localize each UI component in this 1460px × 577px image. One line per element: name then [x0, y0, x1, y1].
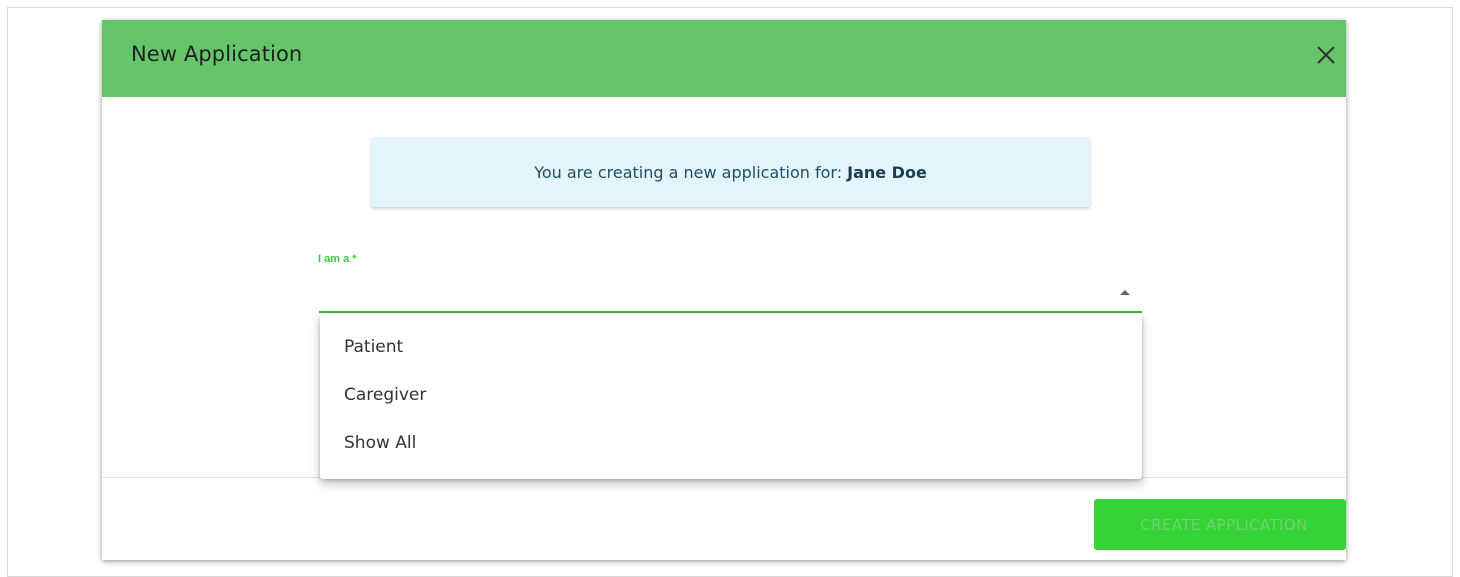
- menu-item-show-all[interactable]: Show All: [320, 419, 1142, 467]
- notice-text: You are creating a new application for:: [534, 162, 843, 182]
- role-select-label: I am a *: [318, 253, 357, 265]
- role-dropdown-menu: Patient Caregiver Show All: [320, 314, 1142, 479]
- menu-item-caregiver[interactable]: Caregiver: [320, 371, 1142, 419]
- applicant-name: Jane Doe: [847, 162, 927, 182]
- applicant-notice: You are creating a new application for: …: [371, 137, 1090, 207]
- dialog-title: New Application: [131, 42, 303, 66]
- dialog-header: New Application: [102, 20, 1346, 97]
- new-application-dialog: New Application You are creating a new a…: [102, 20, 1346, 560]
- create-application-button[interactable]: CREATE APPLICATION: [1094, 499, 1346, 550]
- caret-up-icon[interactable]: [1120, 290, 1130, 295]
- close-icon: [1317, 46, 1335, 64]
- close-button[interactable]: [1311, 40, 1341, 70]
- role-select[interactable]: [319, 276, 1142, 313]
- menu-item-patient[interactable]: Patient: [320, 323, 1142, 371]
